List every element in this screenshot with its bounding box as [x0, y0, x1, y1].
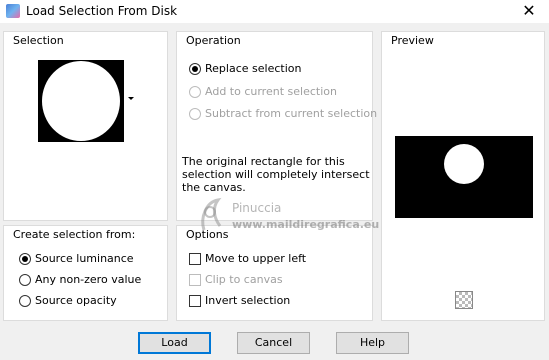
- checkbox-label: Invert selection: [205, 294, 291, 307]
- checkbox-label: Move to upper left: [205, 252, 307, 265]
- operation-info-text: The original rectangle for this selectio…: [182, 155, 370, 194]
- selection-group-title: Selection: [11, 34, 66, 47]
- checkbox[interactable]: [189, 295, 201, 307]
- radio-label: Source luminance: [35, 252, 134, 265]
- preview-image: [395, 136, 533, 218]
- radio-label: Any non-zero value: [35, 273, 142, 286]
- checkbox-label: Clip to canvas: [205, 273, 283, 286]
- checkbox[interactable]: [189, 253, 201, 265]
- radio-button[interactable]: [189, 86, 201, 98]
- close-icon[interactable]: ✕: [519, 1, 539, 21]
- create-selection-group-title: Create selection from:: [11, 228, 138, 241]
- window-title: Load Selection From Disk: [26, 4, 178, 18]
- radio-label: Add to current selection: [205, 85, 337, 98]
- transparency-toggle-icon[interactable]: [455, 291, 473, 309]
- title-bar: Load Selection From Disk ✕: [0, 0, 549, 22]
- preview-group-title: Preview: [389, 34, 436, 47]
- operation-group-title: Operation: [184, 34, 243, 47]
- help-button[interactable]: Help: [336, 332, 409, 354]
- load-button[interactable]: Load: [138, 332, 211, 354]
- watermark-name: Pinuccia: [232, 201, 282, 215]
- preview-selection-circle: [444, 144, 484, 184]
- radio-button[interactable]: [19, 295, 31, 307]
- radio-button[interactable]: [189, 108, 201, 120]
- chevron-down-icon[interactable]: [128, 97, 134, 100]
- watermark-url: www.maildiregrafica.eu: [232, 218, 380, 231]
- watermark: Pinuccia www.maildiregrafica.eu: [198, 196, 398, 246]
- cancel-button[interactable]: Cancel: [237, 332, 310, 354]
- app-icon: [6, 4, 20, 18]
- radio-button[interactable]: [189, 63, 201, 75]
- radio-label: Source opacity: [35, 294, 117, 307]
- selection-thumbnail[interactable]: [38, 60, 124, 142]
- radio-button[interactable]: [19, 253, 31, 265]
- watermark-logo-icon: [201, 197, 222, 231]
- radio-label: Replace selection: [205, 62, 302, 75]
- checkbox[interactable]: [189, 274, 201, 286]
- radio-label: Subtract from current selection: [205, 107, 378, 120]
- selection-circle-shape: [42, 61, 120, 141]
- radio-button[interactable]: [19, 274, 31, 286]
